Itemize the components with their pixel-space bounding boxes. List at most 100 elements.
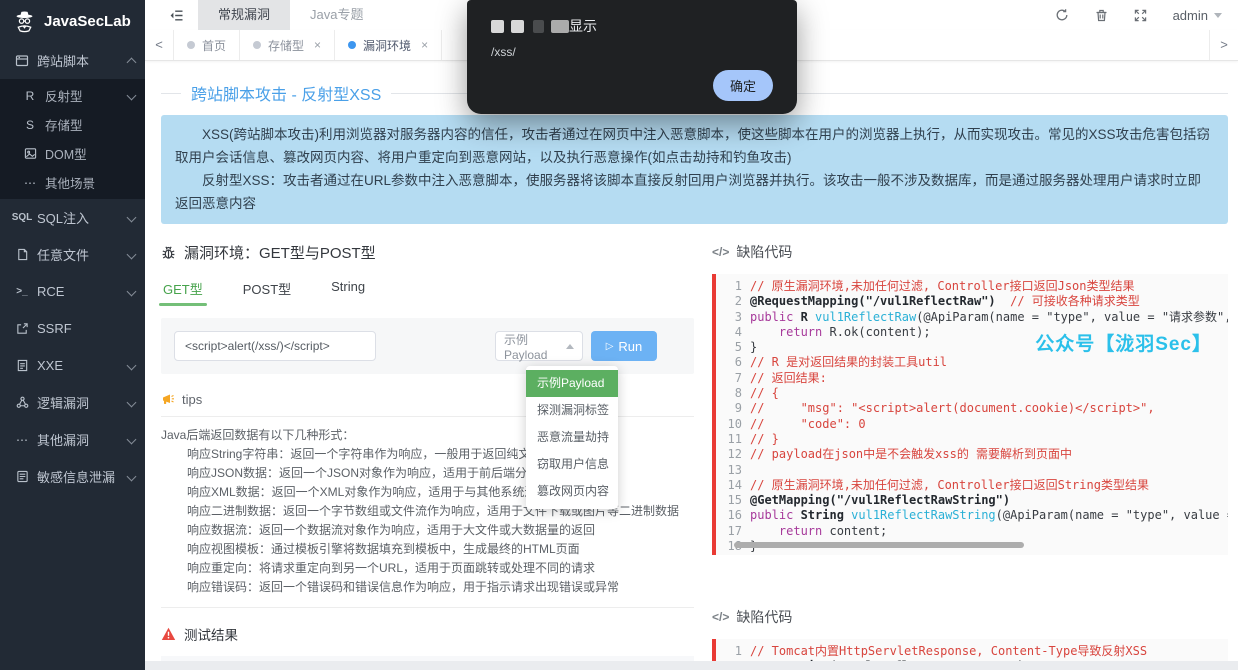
username: admin — [1173, 8, 1208, 23]
tab-get[interactable]: GET型 — [161, 273, 205, 306]
image-icon — [21, 147, 39, 160]
sidebar-item-label: 跨站脚本 — [37, 51, 124, 70]
terminal-icon: >_ — [13, 286, 31, 297]
document-lines-icon — [13, 470, 31, 483]
test-result-header: 测试结果 — [161, 624, 694, 644]
file-icon — [13, 248, 31, 261]
dropdown-option-probe[interactable]: 探测漏洞标签 — [526, 397, 618, 424]
app-logo[interactable]: JavaSecLab — [0, 0, 145, 42]
sidebar-item-info-leak[interactable]: 敏感信息泄漏 — [0, 458, 145, 495]
tab-java-topics[interactable]: Java专题 — [290, 0, 383, 30]
chevron-down-icon — [127, 435, 137, 445]
code-icon: </> — [712, 610, 729, 624]
sidebar-item-rce[interactable]: >_ RCE — [0, 273, 145, 310]
tips-line: 响应数据流：返回一个数据流对象作为响应，适用于大文件或大数据量的返回 — [161, 521, 694, 540]
tag-dot — [348, 41, 356, 49]
test-result-area — [161, 656, 694, 661]
sidebar-item-other-vulns[interactable]: ⋯ 其他漏洞 — [0, 421, 145, 458]
close-icon[interactable]: × — [421, 38, 428, 52]
code-block-1[interactable]: 1// 原生漏洞环境,未加任何过滤, Controller接口返回Json类型结… — [712, 274, 1228, 555]
dropdown-option-sample[interactable]: 示例Payload — [526, 370, 618, 397]
select-value: 示例Payload — [504, 331, 566, 362]
chevron-down-icon — [127, 287, 137, 297]
sidebar-item-xxe[interactable]: XXE — [0, 347, 145, 384]
dropdown-option-tamper[interactable]: 篡改网页内容 — [526, 478, 618, 505]
section-title: 漏洞环境：GET型与POST型 — [184, 242, 376, 263]
close-icon[interactable]: × — [314, 38, 321, 52]
tips-line: 响应重定向：将请求重定向到另一个URL，适用于页面跳转或处理不同的请求 — [161, 559, 694, 578]
sidebar-submenu-xss: R 反射型 S 存储型 DOM型 ⋯ 其他场景 — [0, 79, 145, 199]
sidebar-item-label: DOM型 — [45, 144, 135, 163]
code-column: </> 缺陷代码 1// 原生漏洞环境,未加任何过滤, Controller接口… — [712, 242, 1228, 661]
redacted-origin-block — [533, 20, 544, 33]
caret-down-icon — [1214, 13, 1222, 18]
sidebar-item-label: 逻辑漏洞 — [37, 393, 124, 412]
refresh-icon[interactable] — [1055, 8, 1069, 22]
tag-vuln-env[interactable]: 漏洞环境 × — [334, 30, 442, 60]
alert-ok-button[interactable]: 确定 — [713, 70, 773, 101]
vuln-env-column: 漏洞环境：GET型与POST型 GET型 POST型 String 示例Payl… — [161, 242, 694, 661]
sidebar-item-file[interactable]: 任意文件 — [0, 236, 145, 273]
dropdown-option-hijack[interactable]: 恶意流量劫持 — [526, 424, 618, 451]
chevron-down-icon — [127, 398, 137, 408]
tag-label: 首页 — [202, 37, 226, 54]
sidebar-item-label: 任意文件 — [37, 245, 124, 264]
tag-stored[interactable]: 存储型 × — [239, 30, 335, 60]
redacted-origin-block — [511, 20, 524, 33]
payload-input[interactable] — [174, 331, 376, 361]
user-menu[interactable]: admin — [1173, 8, 1222, 23]
trash-icon[interactable] — [1095, 8, 1108, 22]
code-panel-title: 缺陷代码 — [736, 607, 792, 627]
spy-logo-icon — [12, 9, 37, 34]
sidebar-item-sqli[interactable]: SQL SQL注入 — [0, 199, 145, 236]
sidebar-item-label: SQL注入 — [37, 208, 124, 227]
tab-common-vulns[interactable]: 常规漏洞 — [198, 0, 290, 30]
sidebar-item-xss[interactable]: 跨站脚本 — [0, 42, 145, 79]
sidebar-item-label: 其他漏洞 — [37, 430, 124, 449]
tag-dot — [253, 41, 261, 49]
code-lines: 1// Tomcat内置HttpServletResponse, Content… — [716, 644, 1228, 661]
tab-string[interactable]: String — [329, 273, 367, 306]
page-title: 跨站脚本攻击 - 反射型XSS — [181, 81, 391, 105]
payload-box: 示例Payload ▷ Run 示例Payload 探测漏洞标签 恶意流量劫持 … — [161, 318, 694, 374]
sidebar-fold-button[interactable] — [145, 8, 198, 23]
tips-line: 响应视图模板：通过模板引擎将数据填充到模板中，生成最终的HTML页面 — [161, 540, 694, 559]
app-title: JavaSecLab — [44, 13, 131, 30]
warning-icon — [161, 627, 176, 641]
sidebar-item-label: 反射型 — [45, 86, 124, 105]
payload-select[interactable]: 示例Payload — [495, 331, 583, 361]
watermark: 公众号【泷羽Sec】 — [1035, 329, 1212, 356]
code-lines: 1// 原生漏洞环境,未加任何过滤, Controller接口返回Json类型结… — [716, 279, 1228, 554]
test-result-title: 测试结果 — [184, 624, 238, 644]
page-scrollbar-track[interactable] — [145, 661, 1238, 670]
fullscreen-icon[interactable] — [1134, 9, 1147, 22]
sidebar-item-label: 敏感信息泄漏 — [37, 467, 124, 486]
sidebar-item-other-scenes[interactable]: ⋯ 其他场景 — [0, 168, 145, 197]
sidebar-item-label: RCE — [37, 284, 124, 299]
alert-title-text: 显示 — [569, 16, 597, 36]
ellipsis-icon: ⋯ — [13, 433, 31, 447]
tags-scroll-left[interactable]: < — [145, 30, 173, 60]
dropdown-option-steal[interactable]: 窃取用户信息 — [526, 451, 618, 478]
topbar-actions: admin — [1055, 8, 1238, 23]
code-block-2[interactable]: 1// Tomcat内置HttpServletResponse, Content… — [712, 639, 1228, 661]
sidebar-item-ssrf[interactable]: SSRF — [0, 310, 145, 347]
tab-post[interactable]: POST型 — [241, 273, 293, 306]
ellipsis-icon: ⋯ — [21, 176, 39, 190]
sidebar-item-stored[interactable]: S 存储型 — [0, 110, 145, 139]
alert-message: /xss/ — [491, 45, 773, 59]
tag-label: 漏洞环境 — [363, 37, 411, 54]
xss-info-box: XSS(跨站脚本攻击)利用浏览器对服务器内容的信任，攻击者通过在网页中注入恶意脚… — [161, 115, 1228, 224]
sidebar-item-logic[interactable]: 逻辑漏洞 — [0, 384, 145, 421]
alert-title: 显示 — [491, 16, 773, 36]
sidebar-item-dom[interactable]: DOM型 — [0, 139, 145, 168]
bug-icon — [161, 245, 176, 260]
horizontal-scrollbar-thumb[interactable] — [734, 542, 1024, 548]
chevron-down-icon — [127, 250, 137, 260]
tags-scroll-right[interactable]: > — [1209, 30, 1238, 60]
cluster-icon — [13, 396, 31, 409]
sidebar-item-reflected[interactable]: R 反射型 — [0, 81, 145, 110]
section1-header: 漏洞环境：GET型与POST型 — [161, 242, 694, 263]
tag-home[interactable]: 首页 — [173, 30, 240, 60]
run-button[interactable]: ▷ Run — [591, 331, 657, 361]
